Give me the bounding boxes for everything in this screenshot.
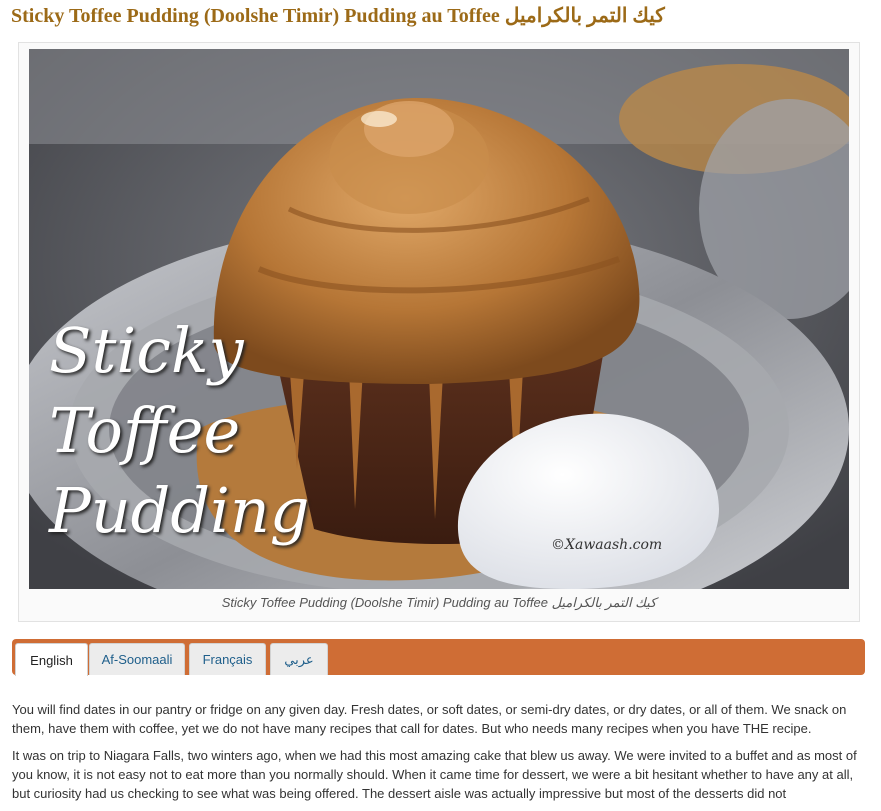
overlay-line: Pudding [49, 474, 310, 547]
story-paragraph: It was on trip to Niagara Falls, two win… [12, 748, 857, 801]
page-title: Sticky Toffee Pudding (Doolshe Timir) Pu… [11, 5, 665, 27]
photo-watermark: ©Xawaash.com [551, 537, 663, 553]
tab-af-soomaali[interactable]: Af-Soomaali [89, 643, 185, 675]
tab-francais[interactable]: Français [189, 643, 266, 675]
language-tab-bar: English Af-Soomaali Français عربي [12, 639, 865, 676]
figure-caption: Sticky Toffee Pudding (Doolshe Timir) Pu… [221, 595, 657, 610]
overlay-line: Sticky [49, 314, 244, 387]
recipe-content: You will find dates in our pantry or fri… [12, 700, 867, 811]
recipe-figure: Sticky Toffee Pudding ©Xawaash.com Stick… [18, 42, 860, 622]
tab-english[interactable]: English [15, 643, 88, 676]
tab-arabic[interactable]: عربي [270, 643, 328, 675]
recipe-photo: Sticky Toffee Pudding ©Xawaash.com [29, 49, 849, 589]
photo-overlay-title: Sticky Toffee Pudding [49, 311, 369, 551]
overlay-line: Toffee [49, 394, 241, 467]
intro-paragraph: You will find dates in our pantry or fri… [12, 702, 847, 736]
